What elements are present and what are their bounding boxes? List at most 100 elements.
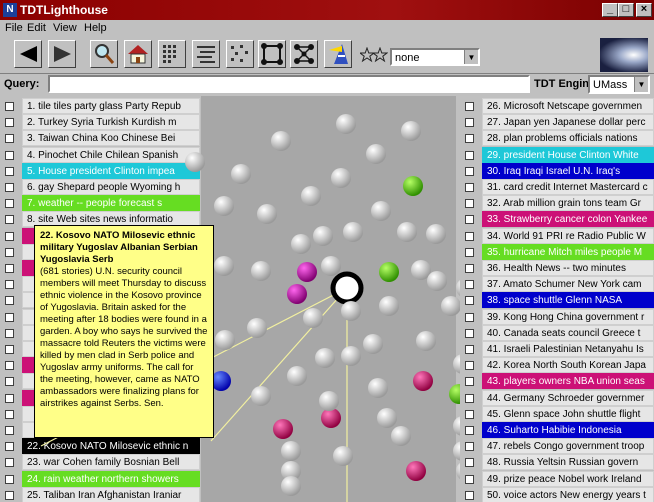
cluster-sphere[interactable]: [343, 222, 363, 242]
cluster-checkbox[interactable]: [5, 247, 14, 257]
cluster-sphere[interactable]: [426, 224, 446, 244]
cluster-checkbox[interactable]: [465, 134, 474, 144]
lighthouse-button[interactable]: [324, 40, 352, 68]
cluster-checkbox[interactable]: [5, 328, 14, 338]
cluster-sphere[interactable]: [321, 256, 341, 276]
cluster-checkbox[interactable]: [465, 409, 474, 419]
cluster-checkbox[interactable]: [5, 102, 14, 111]
cube-button[interactable]: [258, 40, 286, 68]
cluster-sphere[interactable]: [291, 234, 311, 254]
cluster-sphere[interactable]: [287, 366, 307, 386]
cluster-checkbox[interactable]: [465, 183, 474, 192]
cluster-checkbox[interactable]: [5, 264, 14, 273]
menu-file[interactable]: File: [5, 22, 23, 34]
cluster-sphere[interactable]: [185, 152, 205, 172]
cluster-sphere[interactable]: [403, 176, 423, 196]
grid-view-button[interactable]: [158, 40, 186, 68]
cluster-checkbox[interactable]: [5, 118, 14, 128]
cluster-sphere[interactable]: [215, 330, 235, 350]
cluster-checkbox[interactable]: [465, 102, 474, 111]
cluster-checkbox[interactable]: [5, 458, 14, 468]
cluster-sphere[interactable]: [413, 371, 433, 391]
cluster-sphere[interactable]: [319, 391, 339, 411]
menu-view[interactable]: View: [53, 22, 77, 34]
cluster-sphere[interactable]: [406, 461, 426, 481]
cluster-sphere[interactable]: [379, 262, 399, 282]
cluster-checkbox[interactable]: [465, 361, 474, 371]
cluster-checkbox[interactable]: [5, 215, 14, 225]
search-button[interactable]: [90, 40, 118, 68]
query-input[interactable]: [50, 77, 528, 91]
cluster-checkbox[interactable]: [5, 426, 14, 435]
cluster-sphere[interactable]: [257, 204, 277, 224]
cluster-sphere[interactable]: [397, 222, 417, 242]
cluster-checkbox[interactable]: [5, 166, 14, 176]
query-input-box[interactable]: [48, 75, 530, 93]
cluster-sphere[interactable]: [281, 441, 301, 461]
cluster-sphere[interactable]: [341, 301, 361, 321]
cluster-checkbox[interactable]: [465, 215, 474, 225]
cluster-sphere[interactable]: [441, 296, 461, 316]
cluster-checkbox[interactable]: [5, 490, 14, 500]
cluster-checkbox[interactable]: [5, 199, 14, 209]
scatter-view-button[interactable]: [226, 40, 254, 68]
selected-cluster-sphere[interactable]: [330, 271, 364, 305]
cluster-checkbox[interactable]: [465, 166, 474, 176]
cluster-sphere[interactable]: [271, 131, 291, 151]
cluster-sphere[interactable]: [301, 186, 321, 206]
cluster-sphere[interactable]: [401, 121, 421, 141]
minimize-button[interactable]: _: [602, 3, 618, 17]
cluster-sphere[interactable]: [331, 168, 351, 188]
cluster-sphere[interactable]: [366, 144, 386, 164]
cluster-sphere[interactable]: [297, 262, 317, 282]
cluster-checkbox[interactable]: [465, 312, 474, 322]
maximize-button[interactable]: □: [618, 3, 634, 17]
engine-select[interactable]: UMass ▼: [588, 75, 650, 94]
cluster-sphere[interactable]: [214, 256, 234, 276]
cluster-checkbox[interactable]: [465, 377, 474, 387]
cluster-checkbox[interactable]: [465, 150, 474, 160]
cluster-sphere[interactable]: [251, 386, 271, 406]
cluster-sphere[interactable]: [251, 261, 271, 281]
network-button[interactable]: [290, 40, 318, 68]
list-view-button[interactable]: [192, 40, 220, 68]
cluster-checkbox[interactable]: [465, 442, 474, 452]
cluster-checkbox[interactable]: [5, 296, 14, 306]
cluster-checkbox[interactable]: [465, 199, 474, 209]
cluster-checkbox[interactable]: [5, 442, 14, 452]
cluster-checkbox[interactable]: [465, 426, 474, 435]
cluster-checkbox[interactable]: [465, 231, 474, 241]
cluster-checkbox[interactable]: [465, 280, 474, 290]
cluster-checkbox[interactable]: [465, 328, 474, 338]
cluster-checkbox[interactable]: [465, 118, 474, 128]
cluster-sphere[interactable]: [313, 226, 333, 246]
cluster-sphere[interactable]: [231, 164, 251, 184]
cluster-sphere[interactable]: [321, 408, 341, 428]
cluster-checkbox[interactable]: [5, 393, 14, 403]
cluster-checkbox[interactable]: [5, 312, 14, 322]
forward-button[interactable]: [48, 40, 76, 68]
cluster-sphere[interactable]: [273, 419, 293, 439]
cluster-checkbox[interactable]: [5, 280, 14, 290]
cluster-checkbox[interactable]: [5, 361, 14, 371]
cluster-checkbox[interactable]: [465, 264, 474, 273]
cluster-checkbox[interactable]: [5, 345, 14, 354]
cluster-sphere[interactable]: [341, 346, 361, 366]
cluster-checkbox[interactable]: [5, 134, 14, 144]
cluster-checkbox[interactable]: [5, 409, 14, 419]
cluster-checkbox[interactable]: [465, 474, 474, 484]
cluster-checkbox[interactable]: [5, 231, 14, 241]
cluster-sphere[interactable]: [427, 271, 447, 291]
cluster-sphere[interactable]: [211, 371, 231, 391]
cluster-sphere[interactable]: [391, 426, 411, 446]
cluster-row[interactable]: 25. Taliban Iran Afghanistan Iraniar: [0, 486, 200, 502]
visualization-canvas[interactable]: [40, 96, 481, 502]
cluster-sphere[interactable]: [416, 331, 436, 351]
close-button[interactable]: ×: [636, 3, 652, 17]
cluster-sphere[interactable]: [371, 201, 391, 221]
cluster-sphere[interactable]: [315, 348, 335, 368]
cluster-sphere[interactable]: [333, 446, 353, 466]
cluster-sphere[interactable]: [368, 378, 388, 398]
home-button[interactable]: [124, 40, 152, 68]
back-button[interactable]: [14, 40, 42, 68]
